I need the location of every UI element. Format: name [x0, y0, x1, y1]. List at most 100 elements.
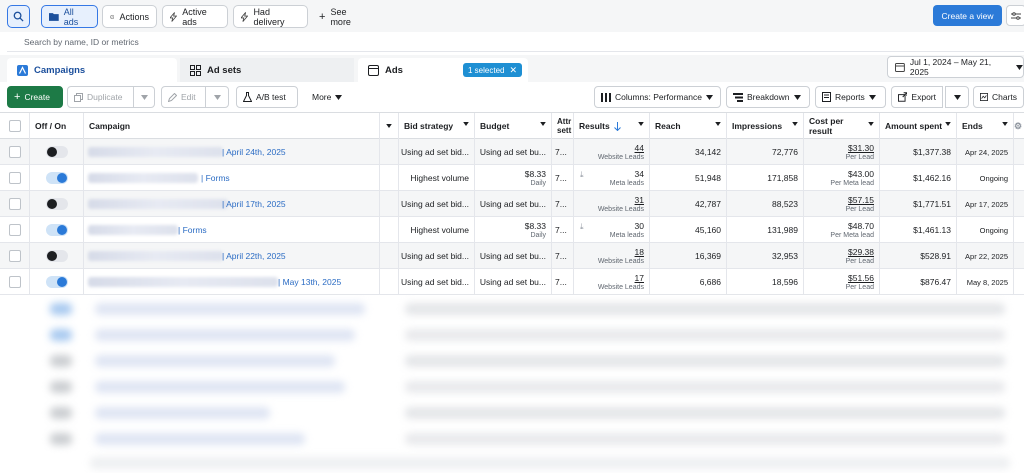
delivery-toggle[interactable]: [45, 224, 68, 236]
results-cell[interactable]: 18 Website Leads: [574, 243, 650, 269]
row-select-cell: [0, 191, 30, 217]
row-checkbox[interactable]: [8, 250, 21, 262]
campaign-name-suffix[interactable]: | April 17th, 2025: [222, 191, 286, 217]
selected-chip[interactable]: 1 selected ✕: [463, 63, 523, 77]
export-dropdown[interactable]: [945, 86, 969, 108]
close-icon[interactable]: ✕: [509, 65, 517, 76]
col-campaign[interactable]: Campaign: [84, 113, 380, 139]
duplicate-dropdown[interactable]: [133, 86, 155, 108]
cost-unit: Per Meta lead: [830, 180, 874, 187]
tab-campaigns[interactable]: Campaigns: [7, 58, 177, 82]
see-more-filter[interactable]: + See more: [312, 5, 374, 28]
campaign-name-cell[interactable]: | Forms: [84, 165, 380, 191]
select-all-checkbox[interactable]: [8, 120, 21, 132]
impressions-cell: 171,858: [727, 165, 804, 191]
edit-dropdown[interactable]: [205, 86, 229, 108]
results-cell[interactable]: 31 Website Leads: [574, 191, 650, 217]
row-checkbox[interactable]: [8, 276, 21, 288]
campaign-name-cell[interactable]: | May 13th, 2025: [84, 269, 380, 295]
table-row[interactable]: | Forms Highest volume $8.33 Daily 7... ⤓ 30 Me…: [0, 217, 1024, 243]
row-checkbox[interactable]: [8, 172, 21, 184]
col-attribution[interactable]: Attr sett: [552, 113, 574, 139]
breakdown-button[interactable]: Breakdown: [726, 86, 810, 108]
table-row[interactable]: | Forms Highest volume $8.33 Daily 7... ⤓ 34 Me…: [0, 165, 1024, 191]
campaign-name-suffix[interactable]: | Forms: [178, 217, 207, 243]
campaign-name-suffix[interactable]: | April 22th, 2025: [222, 243, 286, 269]
more-button[interactable]: More: [306, 86, 350, 108]
campaign-name-cell[interactable]: | April 24th, 2025: [84, 139, 380, 165]
row-checkbox[interactable]: [8, 198, 21, 210]
edit-button[interactable]: Edit: [161, 86, 206, 108]
actions-filter[interactable]: Actions: [102, 5, 157, 28]
chevron-down-icon: [793, 94, 801, 100]
active-ads-filter[interactable]: Active ads: [162, 5, 228, 28]
create-view-button[interactable]: Create a view: [933, 5, 1002, 26]
campaign-name-cell[interactable]: | April 22th, 2025: [84, 243, 380, 269]
delivery-toggle[interactable]: [45, 198, 68, 210]
cost-per-result-cell[interactable]: $43.00 Per Meta lead: [804, 165, 880, 191]
col-cost-per-result[interactable]: Cost per result: [804, 113, 880, 139]
results-cell[interactable]: 44 Website Leads: [574, 139, 650, 165]
col-bid-strategy[interactable]: Bid strategy: [399, 113, 475, 139]
duplicate-button[interactable]: Duplicate: [67, 86, 134, 108]
results-type: Meta leads: [609, 180, 644, 187]
columns-button[interactable]: Columns: Performance: [594, 86, 721, 108]
create-button[interactable]: + Create: [7, 86, 63, 108]
amount-spent-cell: $1,377.38: [880, 139, 957, 165]
view-settings-button[interactable]: [1006, 5, 1024, 26]
cost-per-result-cell[interactable]: $31.30 Per Lead: [804, 139, 880, 165]
delivery-toggle[interactable]: [45, 250, 68, 262]
ends-value: May 8, 2025: [966, 277, 1008, 287]
export-button[interactable]: Export: [891, 86, 943, 108]
ends-cell: Ongoing: [957, 165, 1014, 191]
row-checkbox[interactable]: [8, 146, 21, 158]
col-settings[interactable]: ⚙: [1014, 113, 1024, 139]
col-amount-spent[interactable]: Amount spent: [880, 113, 957, 139]
cost-per-result-cell[interactable]: $57.15 Per Lead: [804, 191, 880, 217]
search-toggle-button[interactable]: [7, 5, 30, 28]
had-delivery-filter[interactable]: Had delivery: [233, 5, 308, 28]
table-row[interactable]: | April 17th, 2025 Using ad set bid... Usi…: [0, 191, 1024, 217]
chevron-down-icon: [140, 94, 148, 100]
col-off-on[interactable]: Off / On: [30, 113, 84, 139]
col-ends[interactable]: Ends: [957, 113, 1014, 139]
row-checkbox[interactable]: [8, 224, 21, 236]
col-results[interactable]: Results: [574, 113, 650, 139]
table-row[interactable]: | May 13th, 2025 Using ad set bid... Using…: [0, 269, 1024, 295]
cost-per-result-cell[interactable]: $29.38 Per Lead: [804, 243, 880, 269]
ab-test-button[interactable]: A/B test: [236, 86, 298, 108]
col-budget[interactable]: Budget: [475, 113, 552, 139]
delivery-toggle[interactable]: [45, 172, 68, 184]
charts-button[interactable]: Charts: [973, 86, 1024, 108]
reports-button[interactable]: Reports: [815, 86, 886, 108]
tab-ad-sets[interactable]: Ad sets: [180, 58, 354, 82]
blurred-name: [95, 303, 365, 315]
campaign-name-suffix[interactable]: | May 13th, 2025: [278, 269, 341, 295]
results-cell[interactable]: ⤓ 30 Meta leads: [574, 217, 650, 243]
cost-per-result-cell[interactable]: $51.56 Per Lead: [804, 269, 880, 295]
toolbar: + Create Duplicate Edit A/B test More Co…: [0, 82, 1024, 112]
attribution-cell: 7...: [552, 165, 574, 191]
sliders-icon: [1011, 11, 1021, 20]
date-range-picker[interactable]: Jul 1, 2024 – May 21, 2025: [887, 56, 1024, 78]
table-row[interactable]: | April 22th, 2025 Using ad set bid... Usi…: [0, 243, 1024, 269]
col-reach[interactable]: Reach: [650, 113, 727, 139]
campaign-name-suffix[interactable]: | Forms: [201, 165, 230, 191]
campaign-name-suffix[interactable]: | April 24th, 2025: [222, 139, 286, 165]
campaign-name-cell[interactable]: | Forms: [84, 217, 380, 243]
blurred-name: [95, 355, 335, 367]
delivery-toggle[interactable]: [45, 146, 68, 158]
col-impressions[interactable]: Impressions: [727, 113, 804, 139]
results-cell[interactable]: 17 Website Leads: [574, 269, 650, 295]
campaign-name-cell[interactable]: | April 17th, 2025: [84, 191, 380, 217]
chevron-down-icon: [540, 122, 546, 126]
cost-value: $29.38: [848, 247, 874, 257]
all-ads-filter[interactable]: All ads: [41, 5, 98, 28]
col-campaign-menu[interactable]: [380, 113, 399, 139]
cost-per-result-cell[interactable]: $48.70 Per Meta lead: [804, 217, 880, 243]
search-input[interactable]: [7, 32, 407, 52]
delivery-toggle[interactable]: [45, 276, 68, 288]
budget-value: $8.33: [524, 221, 546, 231]
table-row[interactable]: | April 24th, 2025 Using ad set bid... Usi…: [0, 139, 1024, 165]
results-cell[interactable]: ⤓ 34 Meta leads: [574, 165, 650, 191]
